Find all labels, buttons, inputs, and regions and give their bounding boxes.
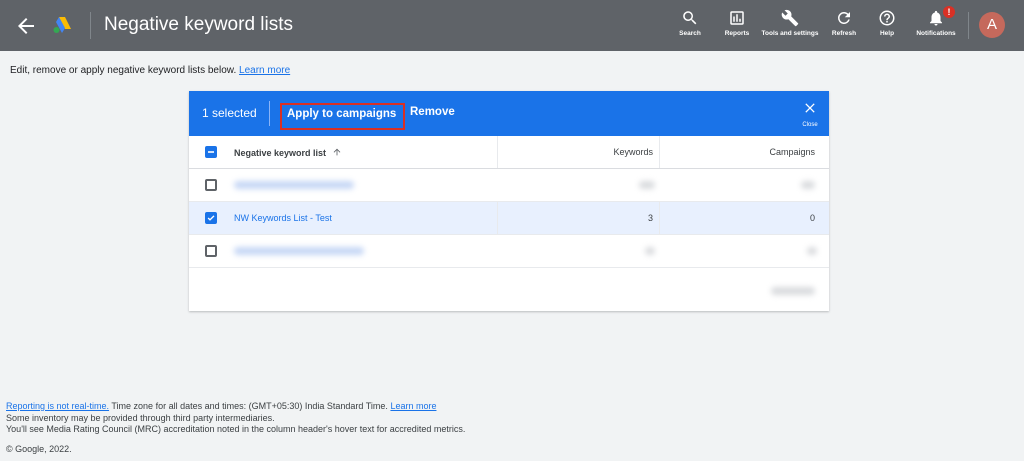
blurred-keywords bbox=[639, 181, 655, 189]
blurred-pagination bbox=[771, 287, 815, 295]
column-header-campaigns[interactable]: Campaigns bbox=[769, 147, 815, 157]
row-checkbox[interactable] bbox=[205, 245, 217, 257]
intro-description: Edit, remove or apply negative keyword l… bbox=[10, 65, 237, 76]
blurred-campaigns bbox=[807, 247, 817, 255]
reports-label: Reports bbox=[724, 30, 750, 37]
apply-to-campaigns-button[interactable]: Apply to campaigns bbox=[280, 103, 405, 130]
column-header-label: Negative keyword list bbox=[234, 148, 327, 158]
keywords-count: 3 bbox=[647, 213, 653, 223]
column-header-keywords[interactable]: Keywords bbox=[613, 147, 653, 157]
column-header-negative-keyword-list[interactable]: Negative keyword list bbox=[234, 147, 342, 158]
blurred-list-name bbox=[234, 247, 364, 255]
reporting-not-realtime-link[interactable]: Reporting is not real-time. bbox=[6, 401, 109, 411]
table-header: Negative keyword list Keywords Campaigns bbox=[189, 136, 829, 169]
column-divider bbox=[497, 136, 498, 168]
divider bbox=[968, 12, 969, 39]
reports-button[interactable]: Reports bbox=[707, 9, 767, 49]
select-all-checkbox[interactable] bbox=[205, 146, 217, 158]
timezone-text: Time zone for all dates and times: (GMT+… bbox=[109, 401, 391, 411]
blurred-keywords bbox=[645, 247, 655, 255]
column-divider bbox=[659, 202, 660, 234]
google-ads-logo-icon[interactable] bbox=[52, 15, 72, 35]
divider bbox=[269, 101, 270, 126]
selection-bar: 1 selected Apply to campaigns Remove Clo… bbox=[189, 91, 829, 136]
refresh-icon bbox=[837, 11, 850, 24]
footer-line-2: Some inventory may be provided through t… bbox=[6, 412, 275, 423]
copyright: © Google, 2022. bbox=[6, 444, 72, 454]
table-row[interactable]: NW Keywords List - Test 3 0 bbox=[189, 202, 829, 235]
close-icon bbox=[805, 103, 815, 113]
footer-line-1: Reporting is not real-time. Time zone fo… bbox=[6, 401, 465, 413]
remove-button[interactable]: Remove bbox=[410, 106, 455, 118]
footer-notes: Reporting is not real-time. Time zone fo… bbox=[6, 401, 465, 436]
search-icon bbox=[683, 11, 697, 25]
negative-keyword-lists-table-card: 1 selected Apply to campaigns Remove Clo… bbox=[189, 91, 829, 311]
blurred-campaigns bbox=[801, 181, 815, 189]
learn-more-link[interactable]: Learn more bbox=[239, 65, 290, 76]
back-arrow-icon[interactable] bbox=[14, 14, 38, 38]
divider bbox=[90, 12, 91, 39]
table-row[interactable] bbox=[189, 169, 829, 202]
page-title: Negative keyword lists bbox=[104, 14, 294, 35]
tools-and-settings-button[interactable]: Tools and settings bbox=[760, 9, 820, 49]
tools-label: Tools and settings bbox=[761, 30, 819, 37]
blurred-list-name bbox=[234, 181, 354, 189]
notifications-button[interactable]: ! Notifications bbox=[906, 6, 966, 49]
arrow-up-icon bbox=[333, 148, 340, 156]
selected-count: 1 selected bbox=[202, 106, 257, 120]
timezone-learn-more-link[interactable]: Learn more bbox=[390, 401, 436, 411]
list-name-link[interactable]: NW Keywords List - Test bbox=[234, 213, 332, 223]
top-bar: Negative keyword lists Search Reports To… bbox=[0, 0, 1024, 51]
reports-icon bbox=[730, 11, 744, 25]
close-label: Close bbox=[802, 122, 818, 128]
notification-badge: ! bbox=[943, 6, 955, 18]
campaigns-count: 0 bbox=[809, 213, 815, 223]
table-row[interactable] bbox=[189, 235, 829, 268]
column-divider bbox=[497, 202, 498, 234]
column-divider bbox=[659, 136, 660, 168]
row-checkbox[interactable] bbox=[205, 179, 217, 191]
wrench-icon bbox=[781, 9, 799, 27]
intro-text: Edit, remove or apply negative keyword l… bbox=[10, 65, 290, 76]
row-checkbox[interactable] bbox=[205, 212, 217, 224]
avatar[interactable]: A bbox=[979, 12, 1005, 38]
help-icon bbox=[879, 10, 895, 26]
close-button[interactable]: Close bbox=[799, 100, 821, 128]
footer-line-3: You'll see Media Rating Council (MRC) ac… bbox=[6, 424, 466, 434]
notifications-label: Notifications bbox=[916, 30, 956, 37]
check-icon bbox=[207, 215, 215, 221]
